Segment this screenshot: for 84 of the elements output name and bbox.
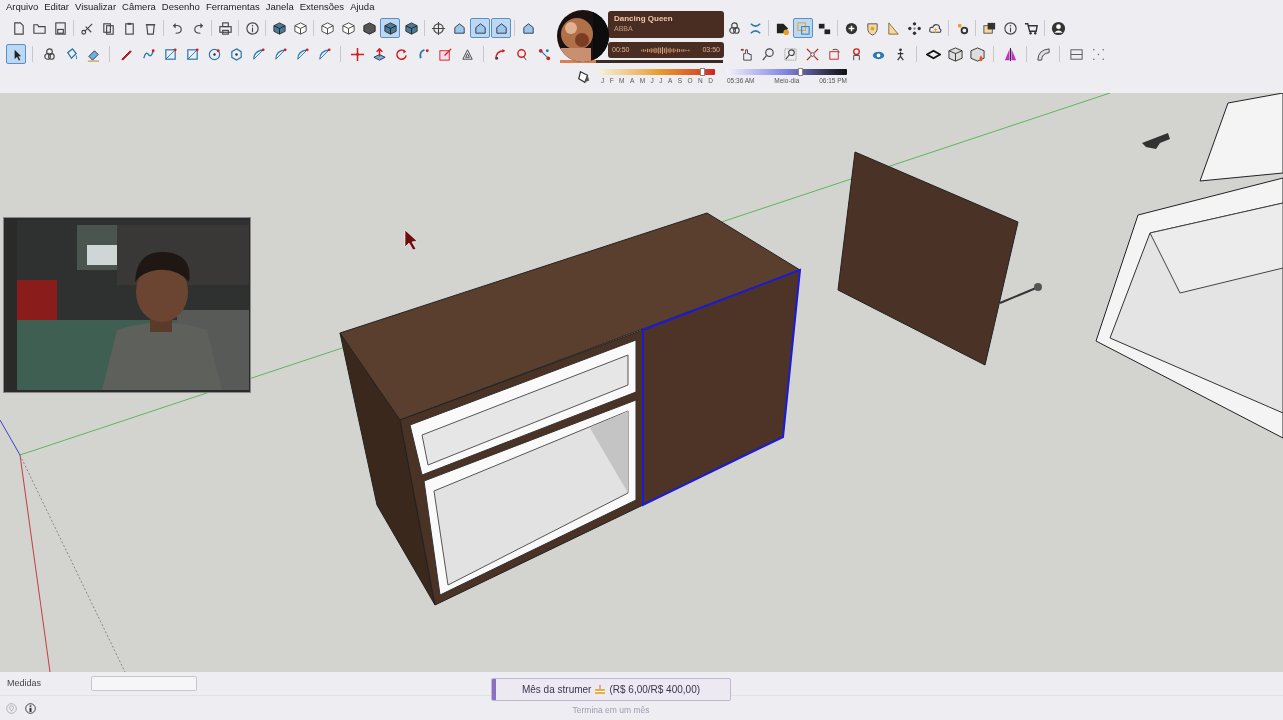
- move-icon: [349, 46, 365, 62]
- house-icon: [520, 20, 536, 36]
- offset-icon: [459, 46, 475, 62]
- slider-thumb[interactable]: [798, 68, 804, 76]
- menu-item[interactable]: Extensões: [299, 0, 345, 15]
- copy-icon: [100, 20, 116, 36]
- cube-icon: [292, 20, 308, 36]
- tape-measure-icon: [492, 46, 508, 62]
- arc-icon: [250, 46, 266, 62]
- cake-icon: [594, 684, 607, 695]
- plus-icon: [843, 20, 859, 36]
- cube-icon: [947, 46, 963, 62]
- crosshair-icon: [430, 20, 446, 36]
- arc-icon: [272, 46, 288, 62]
- polygon-icon: [228, 46, 244, 62]
- measurements-label: Medidas: [7, 676, 43, 690]
- goal-title: Mês da strumer: [521, 683, 592, 697]
- measurements-field[interactable]: [91, 676, 197, 691]
- user-icon: [1050, 20, 1066, 36]
- time-slider[interactable]: [727, 69, 847, 75]
- month-slider[interactable]: [599, 69, 715, 75]
- menu-item[interactable]: Ferramentas: [205, 0, 260, 15]
- scale-icon: [437, 46, 453, 62]
- z-axis: [0, 419, 21, 456]
- cube-icon: [403, 20, 419, 36]
- cube-icon: [969, 46, 985, 62]
- bracket-icon: [1142, 133, 1170, 149]
- menu-item[interactable]: Desenho: [161, 0, 200, 15]
- circle-icon: [206, 46, 222, 62]
- arc-icon: [316, 46, 332, 62]
- protractor-icon: [536, 46, 552, 62]
- cube-icon: [382, 20, 398, 36]
- goal-amount: (R$ 6,00/R$ 400,00): [609, 683, 701, 697]
- dot-pattern-icon: [906, 20, 922, 36]
- menu-item[interactable]: Arquivo: [6, 0, 39, 15]
- cube-icon: [340, 20, 356, 36]
- slider-thumb[interactable]: [700, 68, 706, 76]
- swap-icon: [795, 20, 811, 36]
- rectangle-icon: [162, 46, 178, 62]
- hand-icon: [738, 46, 754, 62]
- goal-subtitle: Termina em um mês: [572, 704, 650, 717]
- components-icon: [726, 20, 742, 36]
- screw-icon: [999, 283, 1042, 304]
- song-title: Dancing Queen: [614, 13, 674, 24]
- mirror-icon: [1002, 46, 1018, 62]
- menu-item[interactable]: Janela: [265, 0, 294, 15]
- house-icon: [493, 20, 509, 36]
- components-icon: [41, 46, 57, 62]
- menu-item[interactable]: Ajuda: [350, 0, 375, 15]
- dotted-grid-icon: [1090, 46, 1106, 62]
- cross-curves-icon: [747, 20, 763, 36]
- menu-item[interactable]: Editar: [44, 0, 70, 15]
- printer-icon: [217, 20, 233, 36]
- house-button[interactable]: [491, 18, 511, 38]
- waveform-icon: [640, 45, 692, 55]
- rotate-icon: [393, 46, 409, 62]
- floppy-icon: [52, 20, 68, 36]
- zoom-window-icon: [782, 46, 798, 62]
- zoom-extents-icon: [804, 46, 820, 62]
- panel-icon: [1068, 46, 1084, 62]
- push-pull-icon: [371, 46, 387, 62]
- cube-icon: [361, 20, 377, 36]
- menu-item[interactable]: Câmera: [122, 0, 156, 15]
- info-icon: [244, 20, 260, 36]
- cube-icon: [271, 20, 287, 36]
- arc-icon: [294, 46, 310, 62]
- shadow-toggle-icon[interactable]: [577, 70, 591, 84]
- previous-view-icon: [826, 46, 842, 62]
- person-info-icon[interactable]: [25, 702, 36, 714]
- magnifier-icon: [760, 46, 776, 62]
- house-button[interactable]: [470, 18, 490, 38]
- cart-icon: [1023, 20, 1039, 36]
- house-icon: [451, 20, 467, 36]
- chat-icon: [981, 20, 997, 36]
- select-arrow-button[interactable]: [6, 44, 26, 64]
- menu-item[interactable]: Visualizar: [75, 0, 117, 15]
- rectangle-icon: [184, 46, 200, 62]
- info-icon: [1002, 20, 1018, 36]
- cube-button[interactable]: [380, 18, 400, 38]
- cube-icon: [319, 20, 335, 36]
- house-icon: [472, 20, 488, 36]
- curved-panel-icon: [1035, 46, 1051, 62]
- cursor-icon: [404, 229, 418, 251]
- shield-icon: [864, 20, 880, 36]
